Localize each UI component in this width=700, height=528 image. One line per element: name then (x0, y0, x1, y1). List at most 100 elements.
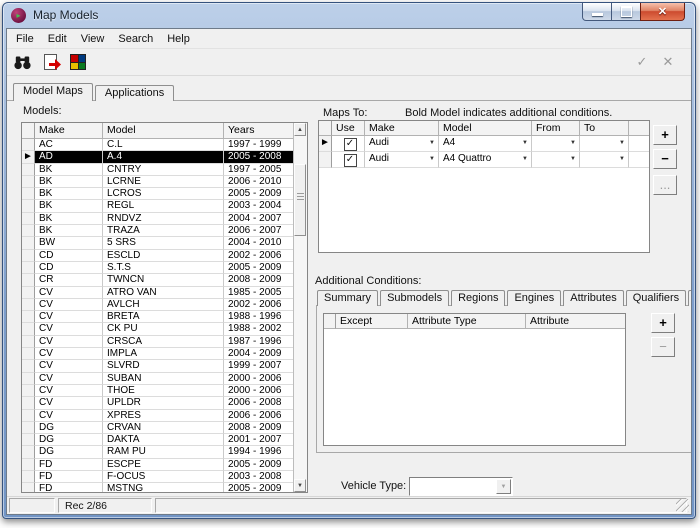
column-header-make[interactable]: Make (365, 121, 439, 136)
table-row[interactable]: FDESCPE2005 - 2009 (22, 459, 307, 471)
table-row[interactable]: DGDAKTA2001 - 2007 (22, 434, 307, 446)
column-header-from[interactable]: From (532, 121, 580, 136)
column-header-attribute[interactable]: Attribute (526, 314, 625, 329)
cell-make-combo[interactable]: Audi▼ (365, 136, 439, 152)
table-row[interactable]: CVXPRES2006 - 2006 (22, 410, 307, 422)
dropdown-icon[interactable]: ▼ (522, 140, 528, 146)
scroll-up-button[interactable]: ▲ (294, 123, 306, 136)
menu-file[interactable]: File (9, 31, 41, 47)
maps-to-remove-button[interactable]: − (653, 149, 677, 169)
table-row[interactable]: CDESCLD2002 - 2006 (22, 250, 307, 262)
table-row[interactable]: FDMSTNG2005 - 2009 (22, 483, 307, 493)
dropdown-icon[interactable]: ▼ (619, 140, 625, 146)
tab-qualifiers[interactable]: Qualifiers (626, 290, 686, 306)
column-header-except[interactable]: Except (336, 314, 408, 329)
table-row[interactable]: CDS.T.S2005 - 2009 (22, 262, 307, 274)
tab-regions[interactable]: Regions (451, 290, 505, 306)
cell-to-combo[interactable]: ▼ (580, 152, 629, 168)
tab-attributes[interactable]: Attributes (563, 290, 623, 306)
models-grid[interactable]: MakeModelYears ACC.L1997 - 1999►ADA.4200… (21, 122, 308, 493)
use-checkbox[interactable]: ✓ (344, 138, 357, 151)
table-row[interactable]: CVCK PU1988 - 2002 (22, 323, 307, 335)
table-row[interactable]: CVAVLCH2002 - 2006 (22, 299, 307, 311)
find-button[interactable] (12, 52, 32, 72)
title-bar[interactable]: ▸ Map Models ✕ (3, 3, 695, 28)
maps-to-more-button[interactable]: ... (653, 175, 677, 195)
map-models-button[interactable] (68, 52, 88, 72)
table-row[interactable]: FDF-OCUS2003 - 2008 (22, 471, 307, 483)
table-row[interactable]: CRTWNCN2008 - 2009 (22, 274, 307, 286)
tab-applications[interactable]: Applications (95, 85, 174, 101)
cell-from-combo[interactable]: ▼ (532, 136, 580, 152)
dropdown-icon[interactable]: ▼ (570, 156, 576, 162)
cell-model-combo[interactable]: A4▼ (439, 136, 532, 152)
table-row[interactable]: CVTHOE2000 - 2006 (22, 385, 307, 397)
table-row[interactable]: DGCRVAN2008 - 2009 (22, 422, 307, 434)
column-header-model[interactable]: Model (439, 121, 532, 136)
close-button[interactable]: ✕ (640, 3, 685, 21)
vehicle-type-dropdown-button[interactable]: ▼ (496, 479, 511, 494)
cancel-button[interactable]: ✕ (659, 52, 677, 72)
scroll-down-button[interactable]: ▼ (294, 479, 306, 492)
export-button[interactable] (40, 52, 60, 72)
dropdown-icon[interactable]: ▼ (570, 140, 576, 146)
maximize-button[interactable] (612, 3, 640, 21)
menu-search[interactable]: Search (111, 31, 160, 47)
table-row[interactable]: CVBRETA1988 - 1996 (22, 311, 307, 323)
dropdown-icon[interactable]: ▼ (522, 156, 528, 162)
tab-model-maps[interactable]: Model Maps (13, 83, 93, 101)
maps-to-add-button[interactable]: + (653, 125, 677, 145)
column-header-to[interactable]: To (580, 121, 629, 136)
tab-engines[interactable]: Engines (507, 290, 561, 306)
models-grid-rows: ACC.L1997 - 1999►ADA.42005 - 2008BKCNTRY… (22, 139, 307, 493)
table-row[interactable]: DGRAM PU1994 - 1996 (22, 446, 307, 458)
table-row[interactable]: CVSUBAN2000 - 2006 (22, 373, 307, 385)
tab-notes[interactable]: Notes (688, 290, 692, 306)
apply-button[interactable]: ✓ (633, 52, 651, 72)
table-row[interactable]: BW5 SRS2004 - 2010 (22, 237, 307, 249)
dropdown-icon[interactable]: ▼ (619, 156, 625, 162)
resize-grip[interactable] (676, 499, 689, 512)
attributes-add-button[interactable]: + (651, 313, 675, 333)
table-row[interactable]: CVSLVRD1999 - 2007 (22, 360, 307, 372)
table-row[interactable]: BKREGL2003 - 2004 (22, 200, 307, 212)
table-row[interactable]: ►✓Audi▼A4▼▼▼ (319, 136, 649, 152)
dropdown-icon[interactable]: ▼ (429, 156, 435, 162)
column-header-use[interactable]: Use (332, 121, 365, 136)
table-row[interactable]: CVIMPLA2004 - 2009 (22, 348, 307, 360)
cell-model-combo[interactable]: A4 Quattro▼ (439, 152, 532, 168)
use-checkbox[interactable]: ✓ (344, 154, 357, 167)
cell-from-combo[interactable]: ▼ (532, 152, 580, 168)
column-header-make[interactable]: Make (35, 123, 103, 139)
table-row[interactable]: CVATRO VAN1985 - 2005 (22, 287, 307, 299)
menu-edit[interactable]: Edit (41, 31, 74, 47)
table-row[interactable]: BKLCRNE2006 - 2010 (22, 176, 307, 188)
menu-help[interactable]: Help (160, 31, 197, 47)
table-row[interactable]: ►ADA.42005 - 2008 (22, 151, 307, 163)
vehicle-type-combo[interactable]: ▼ (409, 477, 513, 496)
menu-view[interactable]: View (74, 31, 112, 47)
table-row[interactable]: BKRNDVZ2004 - 2007 (22, 213, 307, 225)
attributes-grid[interactable]: ExceptAttribute TypeAttribute (323, 313, 626, 446)
column-header-attribute-type[interactable]: Attribute Type (408, 314, 526, 329)
table-row[interactable]: CVUPLDR2006 - 2008 (22, 397, 307, 409)
table-row[interactable]: ACC.L1997 - 1999 (22, 139, 307, 151)
tab-submodels[interactable]: Submodels (380, 290, 449, 306)
scrollbar-thumb[interactable] (294, 164, 306, 236)
table-row[interactable]: ✓Audi▼A4 Quattro▼▼▼ (319, 152, 649, 168)
table-row[interactable]: CVCRSCA1987 - 1996 (22, 336, 307, 348)
attributes-remove-button[interactable]: − (651, 337, 675, 357)
column-header-years[interactable]: Years (224, 123, 294, 139)
table-row[interactable]: BKLCROS2005 - 2009 (22, 188, 307, 200)
tab-summary[interactable]: Summary (317, 290, 378, 306)
cell-years: 1988 - 2002 (224, 323, 294, 335)
minimize-button[interactable] (582, 3, 612, 21)
maps-to-grid[interactable]: UseMakeModelFromTo ►✓Audi▼A4▼▼▼✓Audi▼A4 … (318, 120, 650, 253)
table-row[interactable]: BKCNTRY1997 - 2005 (22, 164, 307, 176)
column-header-model[interactable]: Model (103, 123, 224, 139)
cell-make-combo[interactable]: Audi▼ (365, 152, 439, 168)
dropdown-icon[interactable]: ▼ (429, 140, 435, 146)
table-row[interactable]: BKTRAZA2006 - 2007 (22, 225, 307, 237)
models-scrollbar[interactable]: ▲ ▼ (293, 123, 307, 492)
cell-to-combo[interactable]: ▼ (580, 136, 629, 152)
